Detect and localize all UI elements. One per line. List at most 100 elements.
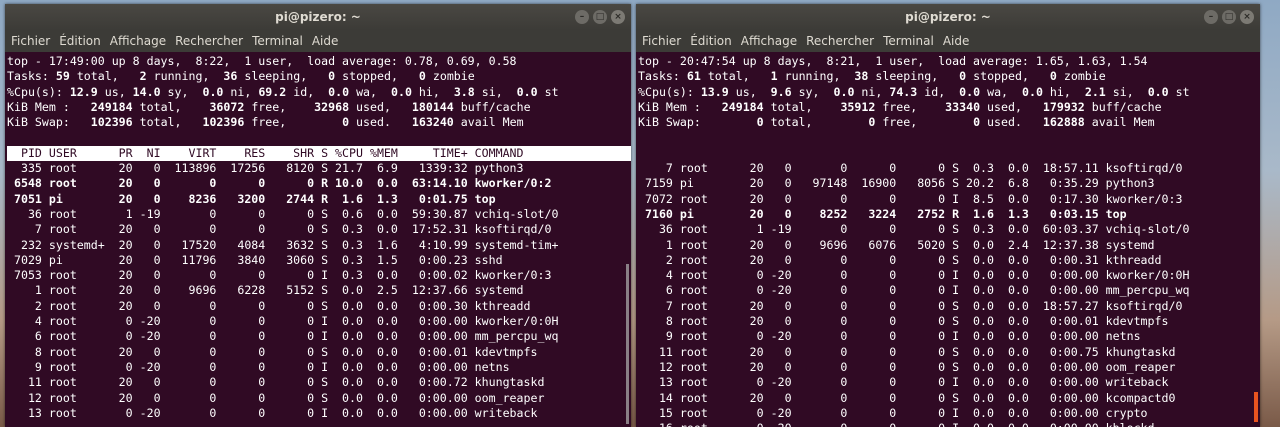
summary-swap-part: 0 — [756, 115, 764, 130]
menu-affichage[interactable]: Affichage — [110, 34, 166, 48]
table-row: 7072 root 20 0 0 0 0 I 8.5 0.0 0:17.30 k… — [638, 191, 1183, 206]
summary-swap-part: KiB Swap: — [638, 115, 757, 130]
menu-fichier[interactable]: Fichier — [11, 34, 50, 48]
summary-tasks-part: 2 — [139, 69, 147, 84]
minimize-icon[interactable]: – — [575, 10, 589, 24]
menu-aide[interactable]: Aide — [312, 34, 339, 48]
summary-cpu-part: us, — [728, 84, 771, 99]
menu-terminal[interactable]: Terminal — [252, 34, 303, 48]
menu-bar: Fichier Édition Affichage Rechercher Ter… — [5, 30, 631, 52]
menu-edition[interactable]: Édition — [59, 34, 101, 48]
table-row: 13 root 0 -20 0 0 0 I 0.0 0.0 0:00.00 wr… — [638, 375, 1169, 390]
close-icon[interactable]: × — [1240, 10, 1254, 24]
terminal-window-right[interactable]: pi@pizero: ~ – □ × Fichier Édition Affic… — [636, 4, 1260, 427]
title-bar[interactable]: pi@pizero: ~ – □ × — [5, 4, 631, 30]
summary-mem-part: 180144 — [411, 99, 454, 114]
scrollbar-indicator[interactable] — [1254, 392, 1258, 422]
menu-fichier[interactable]: Fichier — [642, 34, 681, 48]
scrollbar-thumb[interactable] — [626, 264, 629, 424]
summary-cpu: %Cpu(s): 12.9 us, 14.0 sy, 0.0 ni, 69.2 … — [7, 85, 631, 100]
summary-cpu-part: 0.0 — [516, 84, 538, 99]
summary-cpu-part: 0.0 — [1022, 84, 1043, 99]
title-bar[interactable]: pi@pizero: ~ – □ × — [636, 4, 1260, 30]
minimize-icon[interactable]: – — [1204, 10, 1218, 24]
terminal-window-left[interactable]: pi@pizero: ~ – □ × Fichier Édition Affic… — [5, 4, 631, 427]
summary-mem-part: buff/cache — [1084, 99, 1162, 114]
summary-cpu-part: 0.0 — [390, 84, 412, 99]
summary-mem-part: 35912 — [840, 99, 876, 114]
terminal-output[interactable]: top - 17:49:00 up 8 days, 8:22, 1 user, … — [5, 52, 631, 421]
table-row: 7160 pi 20 0 8252 3224 2752 R 1.6 1.3 0:… — [638, 206, 1127, 221]
summary-mem-part: buff/cache — [453, 99, 531, 114]
table-row: 12 root 20 0 0 0 0 S 0.0 0.0 0:00.00 oom… — [7, 390, 545, 405]
summary-cpu-part: hi, — [1042, 84, 1085, 99]
summary-swap-part: free, — [244, 115, 343, 130]
table-row: 16 root 0 -20 0 0 0 I 0.0 0.0 0:00.00 kb… — [638, 421, 1260, 427]
summary-mem-part: used, — [349, 99, 412, 114]
summary-tasks-part: stopped, — [335, 69, 419, 84]
menu-edition[interactable]: Édition — [690, 34, 732, 48]
summary-swap-part: used. — [349, 115, 412, 130]
summary-cpu-part: 0.0 — [1147, 84, 1169, 99]
summary-tasks-part: 59 — [55, 69, 70, 84]
summary-mem-part: free, — [244, 99, 315, 114]
summary-tasks-part: zombie — [425, 69, 475, 84]
menu-terminal[interactable]: Terminal — [883, 34, 934, 48]
summary-cpu-part: ni, — [223, 84, 259, 99]
maximize-icon[interactable]: □ — [1222, 10, 1236, 24]
summary-swap-part: 0 — [973, 115, 981, 130]
terminal-output[interactable]: top - 20:47:54 up 8 days, 8:21, 1 user, … — [636, 52, 1260, 427]
summary-cpu-part: id, — [917, 84, 960, 99]
table-row: 9 root 0 -20 0 0 0 I 0.0 0.0 0:00.00 net… — [638, 329, 1141, 344]
summary-mem-part: 36072 — [209, 99, 245, 114]
summary-mem-part: KiB Mem : — [638, 99, 722, 114]
summary-cpu-part: %Cpu(s): — [7, 84, 70, 99]
summary-mem-part: 33340 — [945, 99, 981, 114]
summary-tasks-part: 0 — [1049, 69, 1057, 84]
summary-mem-part: free, — [875, 99, 946, 114]
table-row: 2 root 20 0 0 0 0 S 0.0 0.0 0:00.31 kthr… — [638, 252, 1162, 267]
summary-cpu-part: 0.0 — [959, 84, 981, 99]
summary-tasks: Tasks: 61 total, 1 running, 38 sleeping,… — [638, 69, 1260, 84]
process-table-header: PID USER PR NI VIRT RES SHR S %CPU %MEM … — [7, 145, 631, 162]
summary-tasks-part: running, — [777, 69, 855, 84]
menu-rechercher[interactable]: Rechercher — [175, 34, 243, 48]
menu-aide[interactable]: Aide — [943, 34, 970, 48]
table-row: 7 root 20 0 0 0 0 S 0.3 0.0 17:52.31 kso… — [7, 222, 552, 237]
maximize-icon[interactable]: □ — [593, 10, 607, 24]
table-row: 12 root 20 0 0 0 0 S 0.0 0.0 0:00.00 oom… — [638, 359, 1176, 374]
table-row: 6 root 0 -20 0 0 0 I 0.0 0.0 0:00.00 mm_… — [7, 329, 559, 344]
summary-top-part: top - 17:49:00 up 8 days, 8:22, 1 user, … — [7, 54, 517, 68]
summary-swap: KiB Swap: 0 total, 0 free, 0 used. 16288… — [638, 115, 1260, 130]
table-row: 11 root 20 0 0 0 0 S 0.0 0.0 0:00.75 khu… — [638, 344, 1176, 359]
summary-cpu-part: 0.0 — [202, 84, 224, 99]
summary-cpu-part: %Cpu(s): — [638, 84, 701, 99]
summary-swap-part: free, — [875, 115, 974, 130]
summary-swap-part: 102396 — [90, 115, 133, 130]
close-icon[interactable]: × — [611, 10, 625, 24]
menu-affichage[interactable]: Affichage — [741, 34, 797, 48]
summary-mem-part: total, — [132, 99, 210, 114]
summary-cpu-part: sy, — [160, 84, 203, 99]
table-row: 6548 root 20 0 0 0 0 R 10.0 0.0 63:14.10… — [7, 176, 552, 191]
table-row: 7053 root 20 0 0 0 0 I 0.3 0.0 0:00.02 k… — [7, 268, 552, 283]
summary-cpu-part: si, — [1105, 84, 1148, 99]
summary-mem: KiB Mem : 249184 total, 36072 free, 3296… — [7, 100, 631, 115]
summary-cpu-part: wa, — [349, 84, 391, 99]
table-row: 11 root 20 0 0 0 0 S 0.0 0.0 0:00.72 khu… — [7, 375, 545, 390]
table-row: 7159 pi 20 0 97148 16900 8056 S 20.2 6.8… — [638, 176, 1155, 191]
summary-tasks: Tasks: 59 total, 2 running, 36 sleeping,… — [7, 69, 631, 84]
table-row: 1 root 20 0 9696 6076 5020 S 0.0 2.4 12:… — [638, 237, 1155, 252]
summary-swap-part: 162888 — [1042, 115, 1085, 130]
summary-tasks-part: zombie — [1056, 69, 1106, 84]
table-row: 8 root 20 0 0 0 0 S 0.0 0.0 0:00.01 kdev… — [638, 314, 1169, 329]
summary-cpu-part: 0.0 — [328, 84, 350, 99]
summary-tasks-part: 61 — [686, 69, 701, 84]
summary-cpu: %Cpu(s): 13.9 us, 9.6 sy, 0.0 ni, 74.3 i… — [638, 85, 1260, 100]
menu-rechercher[interactable]: Rechercher — [806, 34, 874, 48]
summary-swap-part: used. — [980, 115, 1043, 130]
summary-top: top - 17:49:00 up 8 days, 8:22, 1 user, … — [7, 54, 631, 69]
summary-cpu-part: st — [537, 84, 559, 99]
summary-cpu-part: ni, — [854, 84, 890, 99]
